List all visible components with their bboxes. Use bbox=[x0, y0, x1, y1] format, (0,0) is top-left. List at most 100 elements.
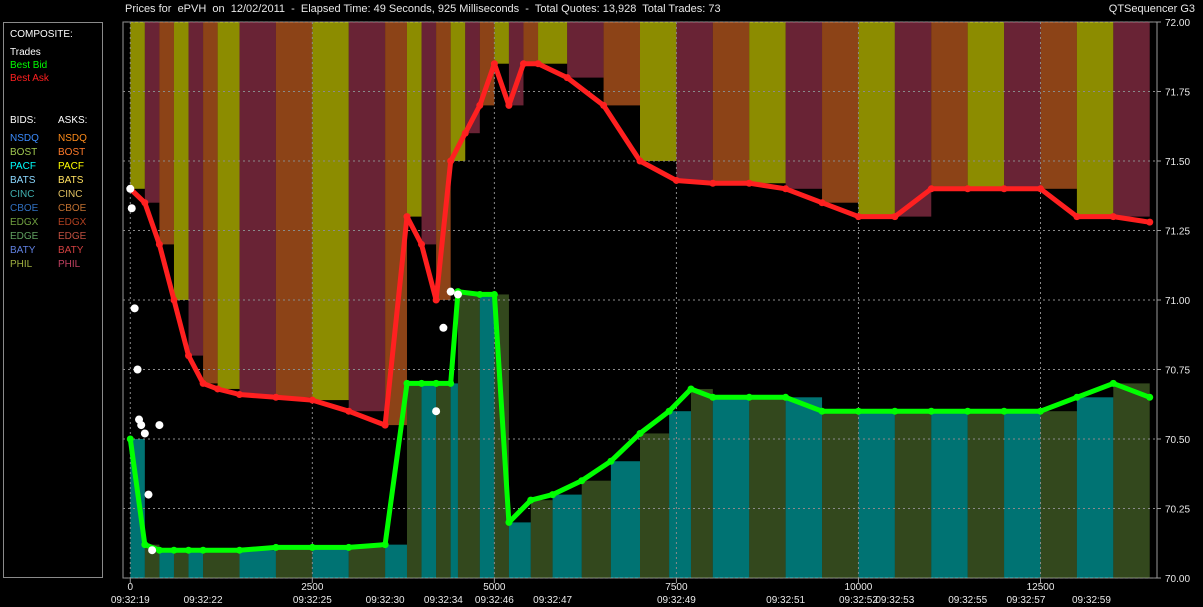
time-label: 09:32:53 bbox=[875, 595, 914, 606]
best-bid-point bbox=[1109, 379, 1117, 387]
bid-depth-band bbox=[479, 294, 495, 578]
time-label: 09:32:19 bbox=[111, 595, 150, 606]
time-label: 09:32:55 bbox=[948, 595, 987, 606]
y-tick-label: 71.75 bbox=[1165, 88, 1190, 99]
bid-depth-band bbox=[552, 494, 582, 578]
x-tick-label: 2500 bbox=[301, 582, 324, 593]
best-ask-point bbox=[418, 240, 426, 248]
bid-depth-band bbox=[239, 550, 276, 578]
ask-depth-band bbox=[567, 22, 604, 78]
bid-depth-band bbox=[457, 291, 480, 578]
bid-depth-band bbox=[690, 388, 713, 578]
best-ask-point bbox=[432, 296, 440, 304]
y-tick-label: 70.50 bbox=[1165, 435, 1190, 446]
best-bid-point bbox=[236, 546, 244, 554]
ask-depth-band bbox=[173, 22, 189, 300]
best-ask-point bbox=[709, 179, 717, 187]
time-label: 09:32:59 bbox=[1072, 595, 1111, 606]
bid-depth-band bbox=[159, 550, 174, 578]
trades-point bbox=[439, 323, 448, 332]
best-ask-point bbox=[490, 60, 498, 68]
ask-depth-band bbox=[1113, 22, 1150, 217]
trades-point bbox=[446, 287, 455, 296]
bid-depth-band bbox=[858, 411, 895, 578]
ask-depth-band bbox=[603, 22, 640, 106]
best-bid-point bbox=[1036, 407, 1044, 415]
bid-depth-band bbox=[1040, 411, 1077, 578]
best-ask-point bbox=[927, 185, 935, 193]
bid-depth-band bbox=[275, 547, 313, 578]
ask-depth-band bbox=[822, 22, 859, 203]
time-label: 09:32:46 bbox=[475, 595, 514, 606]
best-bid-point bbox=[549, 491, 557, 499]
bid-depth-band bbox=[785, 397, 823, 578]
best-ask-point bbox=[236, 391, 244, 399]
ask-depth-band bbox=[130, 22, 145, 189]
best-ask-point bbox=[745, 179, 753, 187]
bid-depth-band bbox=[450, 383, 458, 578]
best-ask-point bbox=[141, 199, 149, 207]
best-bid-point bbox=[155, 546, 163, 554]
best-bid-point bbox=[490, 290, 498, 298]
ask-depth-band bbox=[712, 22, 750, 184]
ask-depth-band bbox=[312, 22, 349, 401]
best-ask-point bbox=[519, 60, 527, 68]
best-ask-point bbox=[381, 421, 389, 429]
best-bid-point bbox=[126, 435, 134, 443]
time-label: 09:32:25 bbox=[293, 595, 332, 606]
trades-point bbox=[432, 407, 441, 416]
bid-depth-band bbox=[669, 411, 691, 578]
best-bid-point bbox=[745, 393, 753, 401]
best-ask-point bbox=[854, 213, 862, 221]
bid-depth-band bbox=[712, 397, 750, 578]
bid-depth-band bbox=[348, 547, 386, 578]
trades-point bbox=[148, 546, 157, 555]
time-label: 09:32:57 bbox=[1006, 595, 1045, 606]
best-ask-point bbox=[563, 74, 571, 82]
y-tick-label: 71.25 bbox=[1165, 227, 1190, 238]
time-label: 09:32:47 bbox=[533, 595, 572, 606]
best-bid-point bbox=[199, 546, 207, 554]
trades-point bbox=[140, 429, 149, 438]
best-ask-point bbox=[1000, 185, 1008, 193]
bid-depth-band bbox=[188, 550, 204, 578]
ask-depth-band bbox=[749, 22, 786, 184]
bid-depth-band bbox=[822, 411, 859, 578]
bid-depth-band bbox=[610, 461, 640, 578]
trades-point bbox=[137, 421, 146, 430]
y-tick-label: 70.25 bbox=[1165, 505, 1190, 516]
ask-depth-band bbox=[144, 22, 160, 203]
best-bid-point bbox=[607, 457, 615, 465]
best-ask-point bbox=[600, 101, 608, 109]
best-ask-point bbox=[782, 185, 790, 193]
best-bid-point bbox=[432, 379, 440, 387]
ask-depth-band bbox=[275, 22, 313, 398]
best-bid-point bbox=[185, 546, 193, 554]
x-tick-label: 5000 bbox=[483, 582, 506, 593]
bid-depth-band bbox=[406, 383, 422, 578]
best-bid-point bbox=[636, 429, 644, 437]
best-bid-point bbox=[1000, 407, 1008, 415]
best-bid-point bbox=[381, 541, 389, 549]
y-axis: 72.00 71.75 71.50 71.25 71.00 70.75 70.50 70.25… bbox=[1157, 18, 1190, 585]
best-bid-point bbox=[403, 379, 411, 387]
bid-depth-band bbox=[749, 397, 786, 578]
ask-depth-band bbox=[385, 22, 407, 426]
bid-depth-band bbox=[1076, 397, 1114, 578]
bid-depth-band bbox=[1004, 411, 1041, 578]
y-tick-label: 70.00 bbox=[1165, 574, 1190, 585]
best-bid-point bbox=[345, 543, 353, 551]
bid-depth-band bbox=[967, 411, 1005, 578]
best-ask-point bbox=[1073, 213, 1081, 221]
ask-depth-band bbox=[858, 22, 895, 217]
best-ask-point bbox=[214, 385, 222, 393]
bid-depth-band bbox=[640, 433, 670, 578]
x-tick-label: 10000 bbox=[845, 582, 873, 593]
best-ask-point bbox=[476, 101, 484, 109]
x-tick-label: 7500 bbox=[665, 582, 688, 593]
best-bid-point bbox=[418, 379, 426, 387]
best-ask-point bbox=[964, 185, 972, 193]
best-bid-point bbox=[927, 407, 935, 415]
x-tick-label: 12500 bbox=[1027, 582, 1055, 593]
best-bid-point bbox=[665, 407, 673, 415]
